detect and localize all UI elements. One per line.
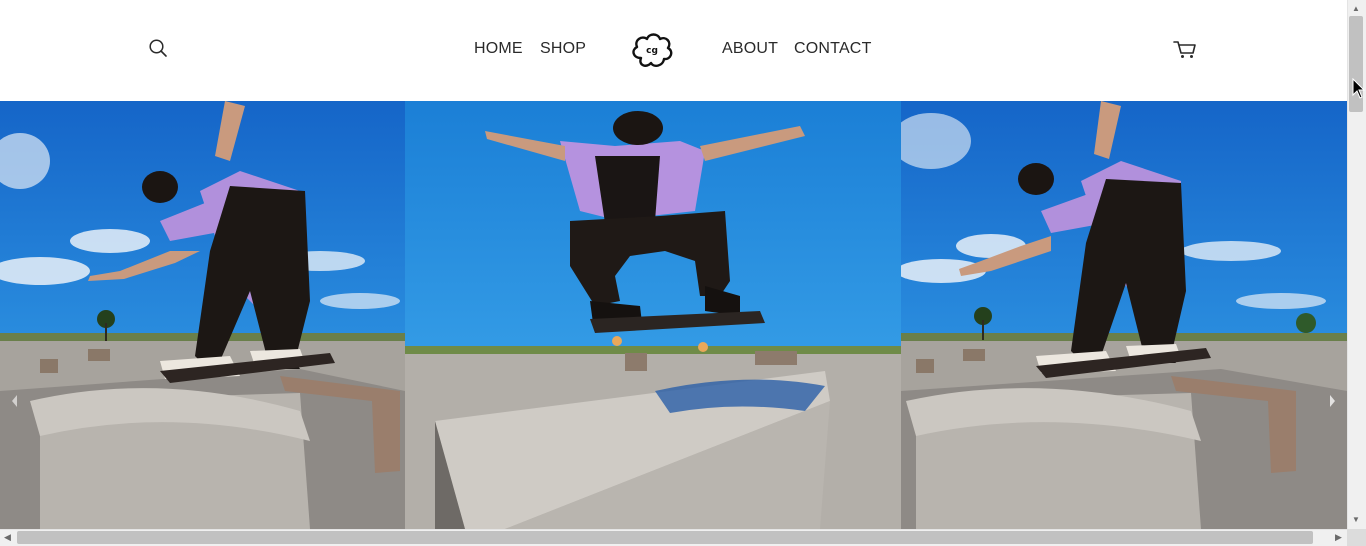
scroll-right-icon[interactable]: ▶ [1335,532,1342,543]
scroll-down-icon[interactable]: ▼ [1352,515,1360,524]
svg-text:cg: cg [646,46,658,56]
horizontal-scrollbar-thumb[interactable] [17,531,1313,544]
nav-shop[interactable]: SHOP [540,40,586,58]
cart-button[interactable] [1172,37,1198,61]
gallery-next-button[interactable] [1325,391,1339,411]
scrollbar-corner [1347,529,1366,546]
scroll-left-icon[interactable]: ◀ [4,532,11,543]
page: HOME SHOP cg ABOUT CONTACT ▲ ▼ ◀ ▶ [0,0,1366,546]
image-gallery [0,101,1347,529]
photo-skater-grind-right [901,101,1347,529]
gallery-prev-button[interactable] [8,391,22,411]
nav-contact[interactable]: CONTACT [794,40,872,58]
gallery-slide-1[interactable] [0,101,405,529]
photo-skater-kickflip-center [405,101,901,529]
gallery-slide-3[interactable] [901,101,1347,529]
cloud-logo-icon: cg [632,33,673,67]
search-icon [149,39,167,57]
mouse-pointer-icon [1352,77,1366,100]
search-button[interactable] [147,37,169,59]
nav-home[interactable]: HOME [474,40,523,58]
cart-icon [1173,41,1196,58]
chevron-right-icon [1330,395,1335,407]
site-header: HOME SHOP cg ABOUT CONTACT [0,0,1347,101]
scroll-up-icon[interactable]: ▲ [1352,4,1360,13]
chevron-left-icon [12,395,17,407]
photo-skater-grind-left [0,101,405,529]
gallery-slide-2[interactable] [405,101,901,529]
nav-about[interactable]: ABOUT [722,40,778,58]
site-logo[interactable]: cg [627,28,677,72]
